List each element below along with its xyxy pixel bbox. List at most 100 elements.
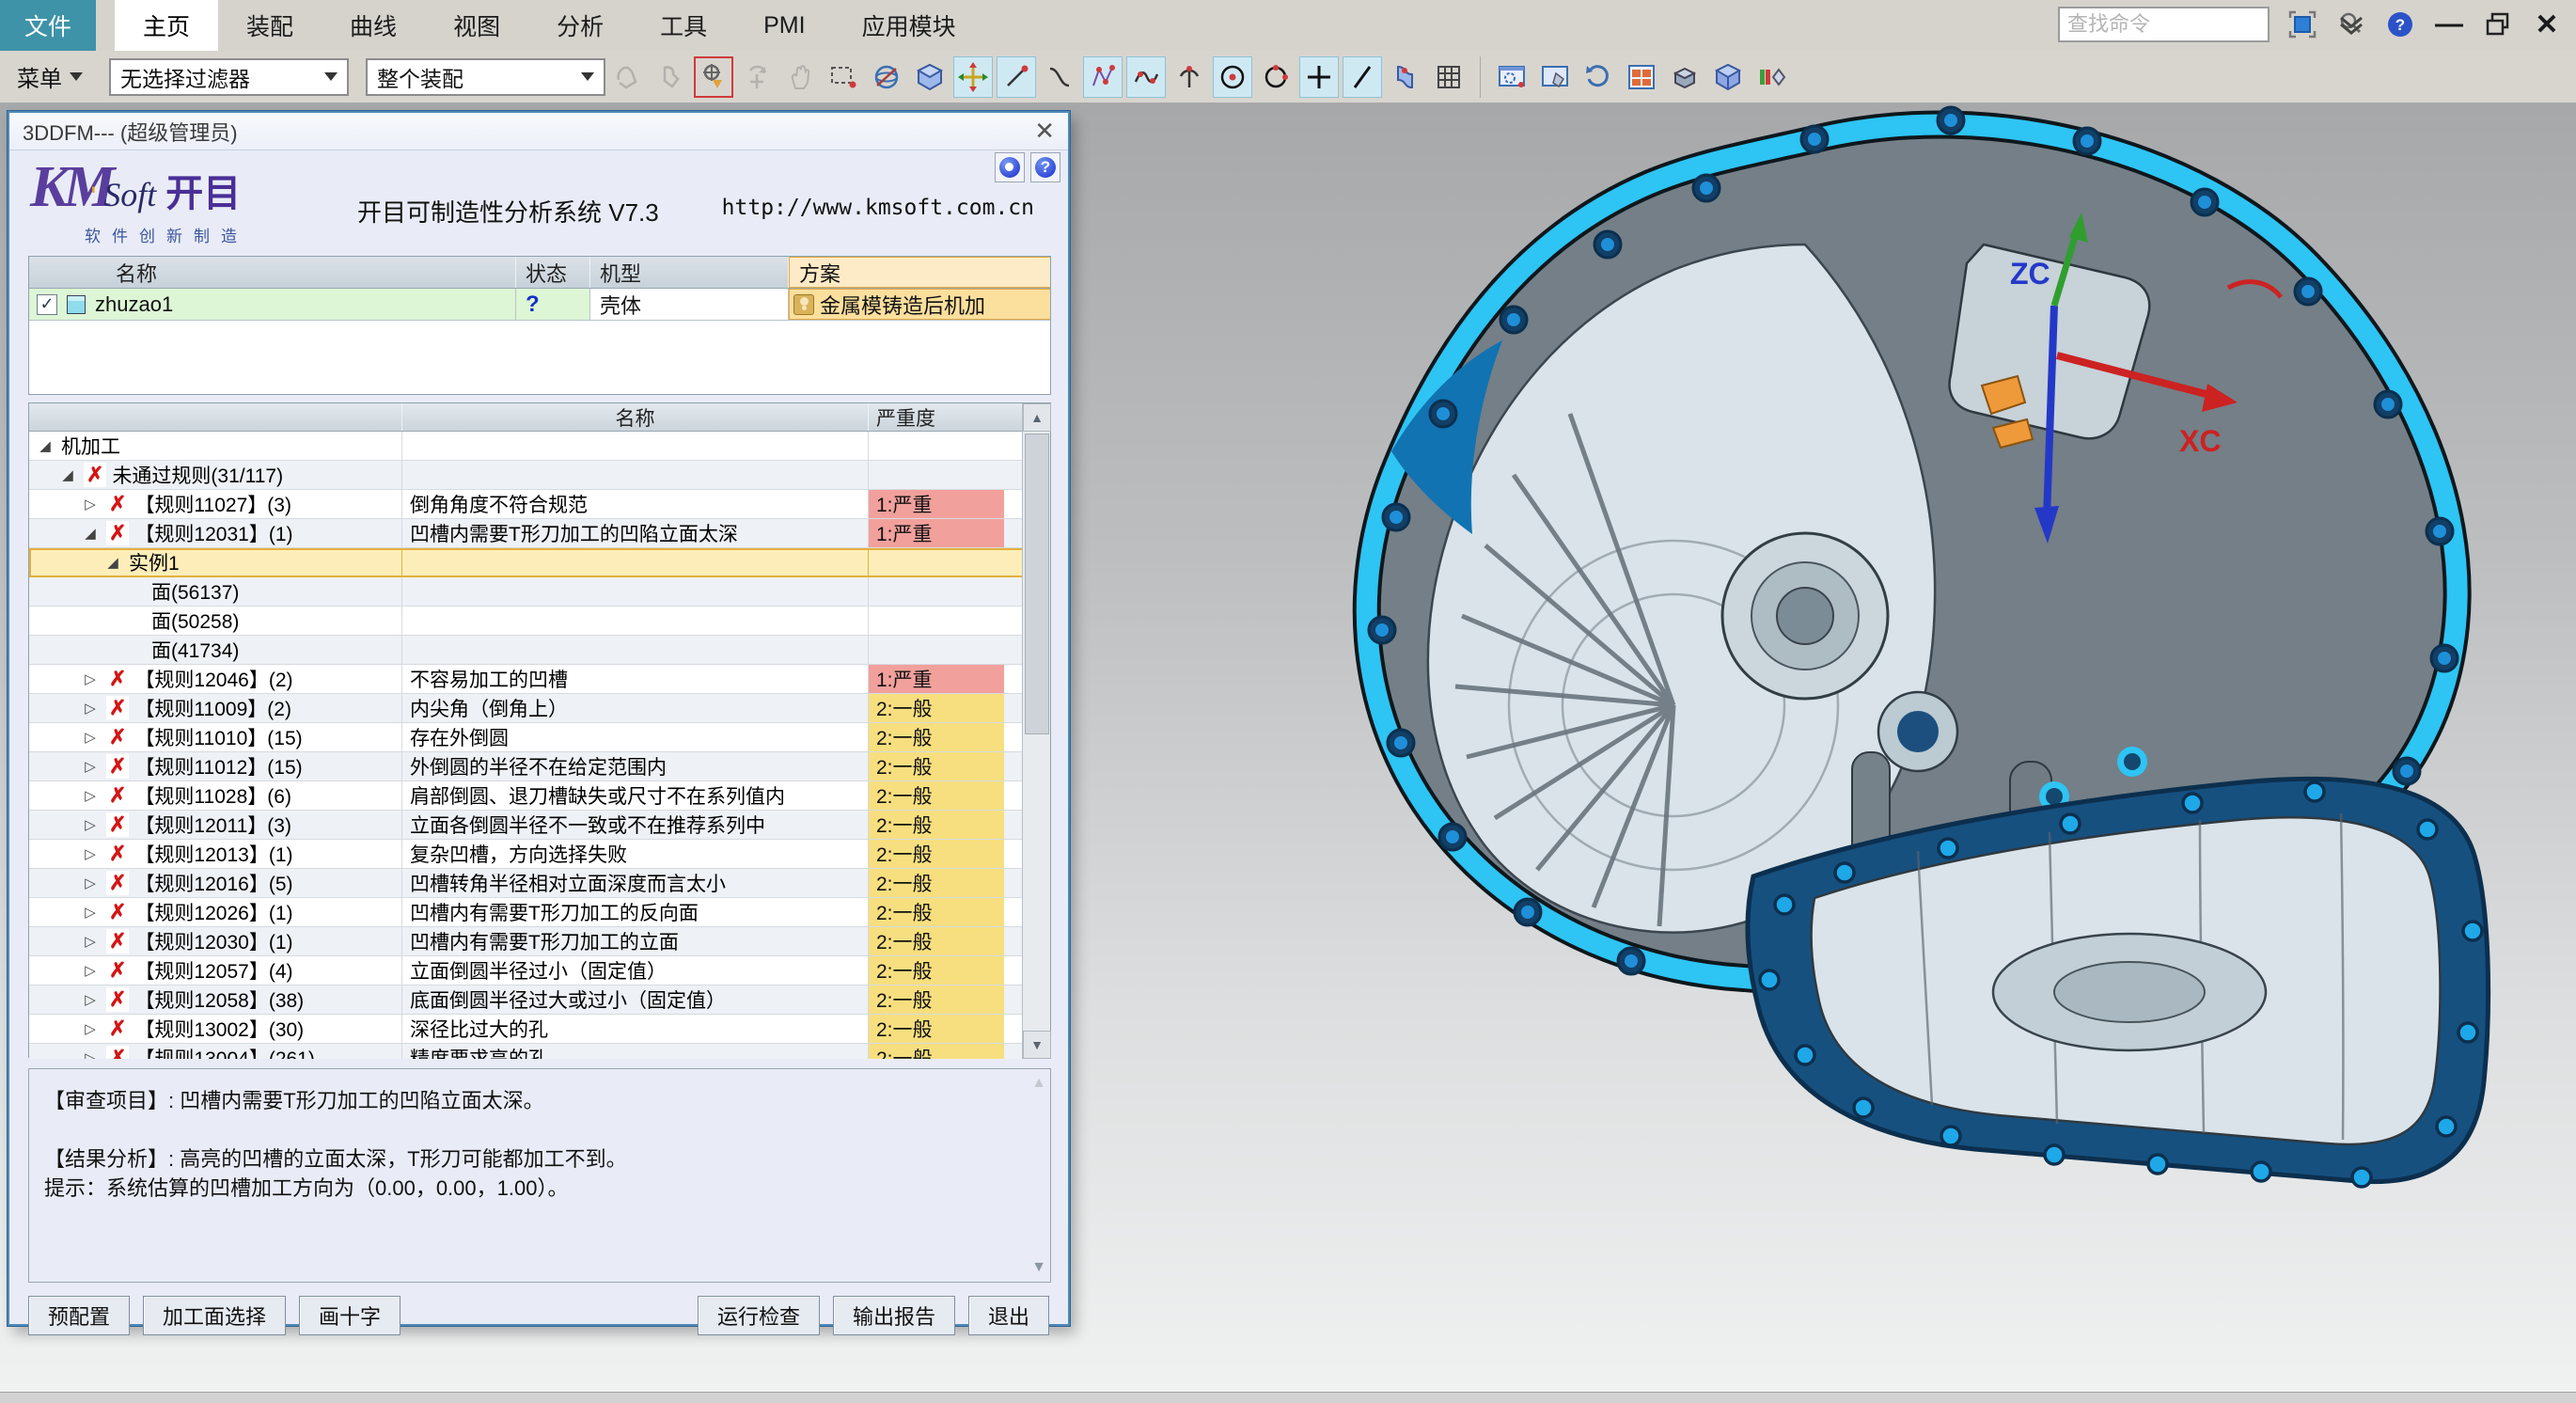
view-orient-icon[interactable] [867, 56, 906, 98]
fit-window-icon[interactable] [1492, 56, 1531, 98]
expand-arrow-icon[interactable]: ▷ [80, 816, 101, 833]
expand-arrow-icon[interactable]: ▷ [80, 991, 101, 1008]
tree-row[interactable]: 面(56137) [29, 577, 1050, 607]
result-details-panel[interactable]: 【审查项目】: 凹槽内需要T形刀加工的凹陷立面太深。 【结果分析】: 高亮的凹槽… [28, 1068, 1051, 1283]
ribbon-tab-应用模块[interactable]: 应用模块 [834, 0, 984, 51]
tangent-snap-icon[interactable] [1040, 56, 1079, 98]
expand-arrow-icon[interactable]: ▷ [80, 758, 101, 775]
point-on-circle-snap-icon[interactable] [1256, 56, 1296, 98]
reorient-icon[interactable] [737, 56, 777, 98]
window-restore-button[interactable] [2482, 8, 2514, 40]
window-minimize-button[interactable]: — [2433, 8, 2465, 40]
tree-column-severity[interactable]: 严重度 [869, 403, 1004, 431]
rotate-view-icon[interactable] [1579, 56, 1618, 98]
about-button[interactable] [995, 152, 1025, 182]
ribbon-tab-文件[interactable]: 文件 [0, 0, 96, 51]
touch-mode-icon[interactable] [607, 56, 647, 98]
command-search-box[interactable] [2058, 7, 2270, 42]
fullscreen-icon[interactable] [2286, 8, 2318, 40]
grid-snap-icon[interactable] [1429, 56, 1469, 98]
dialog-title-bar[interactable]: 3DDFM--- (超级管理员) ✕ [9, 113, 1068, 150]
expand-arrow-icon[interactable]: ▷ [80, 875, 101, 891]
tree-row[interactable]: 面(50258) [29, 607, 1050, 636]
secondary-bore[interactable] [1878, 692, 1957, 771]
tree-row[interactable]: ▷✗【规则13002】(30)深径比过大的孔2:一般 [29, 1015, 1050, 1044]
tree-row[interactable]: ▷✗【规则12011】(3)立面各倒圆半径不一致或不在推荐系列中2:一般 [29, 811, 1050, 840]
expand-arrow-icon[interactable]: ▷ [80, 904, 101, 921]
arc-center-snap-icon[interactable] [1213, 56, 1252, 98]
expand-arrow-icon[interactable]: ▷ [80, 787, 101, 804]
ribbon-tab-装配[interactable]: 装配 [218, 0, 322, 51]
collapse-arrow-icon[interactable]: ◢ [57, 466, 78, 483]
ribbon-tab-视图[interactable]: 视图 [425, 0, 528, 51]
expand-arrow-icon[interactable]: ▷ [80, 1049, 101, 1059]
part-row[interactable]: ✓ zhuzao1 ? 壳体 金属模铸造后机加 [29, 289, 1050, 321]
tree-row[interactable]: ◢机加工 [29, 432, 1050, 461]
part-checkbox[interactable]: ✓ [37, 294, 57, 315]
tree-row[interactable]: ◢实例1 [29, 548, 1050, 577]
face-snap-icon[interactable] [1386, 56, 1425, 98]
tree-row[interactable]: ▷✗【规则13004】(261)精度要求高的孔2:一般 [29, 1044, 1050, 1059]
button-输出报告[interactable]: 输出报告 [833, 1296, 955, 1335]
tree-row[interactable]: ▷✗【规则12026】(1)凹槽内有需要T形刀加工的反向面2:一般 [29, 898, 1050, 927]
cad-model[interactable]: ZC XC [1203, 103, 2576, 1392]
expand-arrow-icon[interactable]: ▷ [80, 729, 101, 746]
expand-arrow-icon[interactable]: ▷ [80, 845, 101, 862]
collapse-arrow-icon[interactable]: ◢ [35, 437, 55, 454]
tree-row[interactable]: ▷✗【规则12016】(5)凹槽转角半径相对立面深度而言太小2:一般 [29, 869, 1050, 898]
scroll-down-icon[interactable]: ▼ [1023, 1031, 1051, 1059]
button-预配置[interactable]: 预配置 [28, 1296, 130, 1335]
marquee-select-icon[interactable] [824, 56, 863, 98]
shaded-view-icon[interactable] [910, 56, 950, 98]
tree-row[interactable]: ▷✗【规则12046】(2)不容易加工的凹槽1:严重 [29, 665, 1050, 694]
ribbon-tab-PMI[interactable]: PMI [735, 0, 833, 51]
collapse-arrow-icon[interactable]: ◢ [102, 554, 123, 571]
snap-hand-icon[interactable] [651, 56, 690, 98]
collapse-arrow-icon[interactable]: ◢ [80, 525, 101, 542]
expand-arrow-icon[interactable]: ▷ [80, 933, 101, 950]
quadrant-snap-icon[interactable] [1170, 56, 1209, 98]
button-画十字[interactable]: 画十字 [299, 1296, 401, 1335]
tree-row[interactable]: ▷✗【规则12057】(4)立面倒圆半径过小（固定值）2:一般 [29, 956, 1050, 985]
tree-column-name[interactable]: 名称 [402, 403, 869, 431]
tree-row[interactable]: ▷✗【规则11027】(3)倒角角度不符合规范1:严重 [29, 490, 1050, 519]
tree-row[interactable]: ▷✗【规则11010】(15)存在外倒圆2:一般 [29, 723, 1050, 752]
selection-scope-dropdown[interactable]: 整个装配 [366, 58, 605, 96]
layout-grid-icon[interactable] [1622, 56, 1661, 98]
tree-row[interactable]: ▷✗【规则11012】(15)外倒圆的半径不在给定范围内2:一般 [29, 752, 1050, 781]
ribbon-tab-曲线[interactable]: 曲线 [322, 0, 425, 51]
main-bore[interactable] [1722, 533, 1888, 699]
menu-button[interactable]: 菜单 [8, 60, 92, 93]
details-scroll-down-icon[interactable]: ▼ [1031, 1259, 1046, 1276]
point-on-line-snap-icon[interactable] [1343, 56, 1382, 98]
button-退出[interactable]: 退出 [968, 1296, 1049, 1335]
spline-pole-snap-icon[interactable] [1083, 56, 1123, 98]
scrollbar-thumb[interactable] [1025, 434, 1049, 734]
details-scroll-up-icon[interactable]: ▲ [1031, 1075, 1046, 1092]
solid-cube-icon[interactable] [1708, 56, 1748, 98]
tree-row[interactable]: ▷✗【规则12030】(1)凹槽内有需要T形刀加工的立面2:一般 [29, 927, 1050, 956]
tree-row[interactable]: ▷✗【规则12013】(1)复杂凹槽，方向选择失败2:一般 [29, 840, 1050, 869]
help-icon[interactable]: ? [2384, 8, 2416, 40]
move-object-icon[interactable] [953, 56, 993, 98]
column-header-scheme[interactable]: 方案 [789, 257, 1050, 288]
dfm-dialog[interactable]: 3DDFM--- (超级管理员) ✕ KM' Soft 开目 软件创新制造 开目… [8, 111, 1070, 1326]
expand-arrow-icon[interactable]: ▷ [80, 670, 101, 687]
pan-view-icon[interactable] [1535, 56, 1575, 98]
clip-section-icon[interactable] [1751, 56, 1791, 98]
ribbon-tab-工具[interactable]: 工具 [632, 0, 735, 51]
dialog-close-button[interactable]: ✕ [1034, 117, 1055, 146]
expand-arrow-icon[interactable]: ▷ [80, 1020, 101, 1037]
scroll-up-icon[interactable]: ▲ [1023, 403, 1051, 432]
minimize-ribbon-icon[interactable] [2335, 8, 2367, 40]
button-运行检查[interactable]: 运行检查 [698, 1296, 820, 1335]
ribbon-tab-主页[interactable]: 主页 [115, 0, 218, 51]
button-加工面选择[interactable]: 加工面选择 [143, 1296, 286, 1335]
tree-row[interactable]: ▷✗【规则12058】(38)底面倒圆半径过大或过小（固定值）2:一般 [29, 985, 1050, 1015]
tree-row[interactable]: 面(41734) [29, 636, 1050, 665]
endpoint-snap-icon[interactable] [997, 56, 1036, 98]
tree-row[interactable]: ▷✗【规则11009】(2)内尖角（倒角上）2:一般 [29, 694, 1050, 723]
expand-arrow-icon[interactable]: ▷ [80, 700, 101, 717]
pan-hand-icon[interactable] [780, 56, 820, 98]
help-button[interactable]: ? [1030, 152, 1060, 182]
